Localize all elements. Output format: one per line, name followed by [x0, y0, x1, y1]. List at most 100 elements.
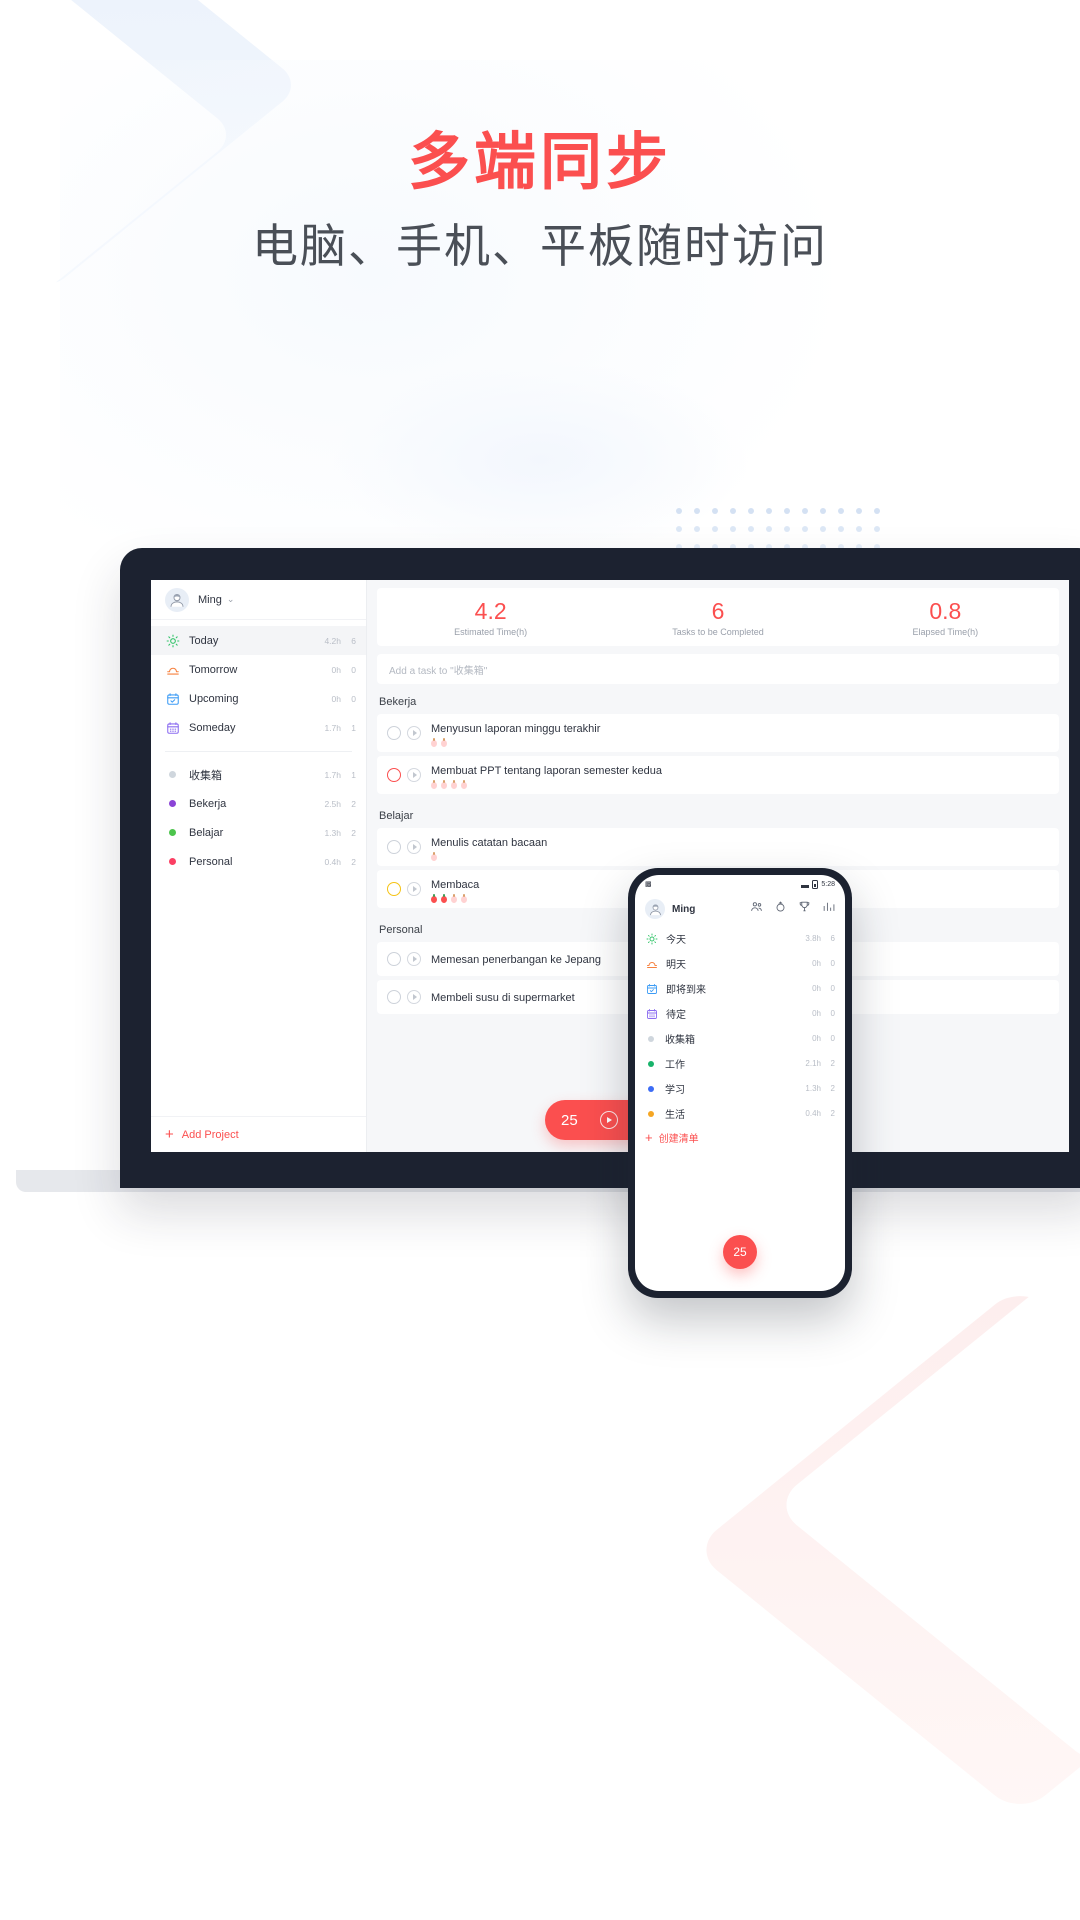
task-row[interactable]: Menulis catatan bacaan — [377, 828, 1059, 866]
phone-project-item[interactable]: 收集箱 0h 0 — [635, 1026, 845, 1051]
fab-minutes: 25 — [733, 1245, 747, 1259]
sidebar-project-count: 1 — [351, 769, 356, 780]
decorative-dot — [802, 508, 808, 514]
decorative-dot — [802, 526, 808, 532]
phone-nav: 今天 3.8h 6 明天 0h 0 即将到来 0h 0 待定 0h 0 收集箱 0h 0 工作 2.1h 2 学习 1… — [635, 923, 845, 1126]
pomodoro-dot — [431, 852, 437, 861]
pomodoro-dot — [441, 738, 447, 747]
sidebar-project-label: Bekerja — [189, 797, 227, 810]
user-avatar-icon — [165, 587, 189, 612]
desktop-app: Ming ⌄ Today 4.2h 6 Tomorrow 0h 0 Upcoming 0h 0 S… — [151, 580, 1069, 1152]
phone-screen: ▩ 5:28 Ming 今天 3.8h 6 明天 0h 0 即将到来 0h 0 … — [635, 875, 845, 1291]
stat-value: 4.2 — [474, 597, 507, 624]
start-timer-icon[interactable] — [407, 726, 421, 740]
sidebar-item-today[interactable]: Today 4.2h 6 — [151, 626, 366, 655]
phone-mockup: ▩ 5:28 Ming 今天 3.8h 6 明天 0h 0 即将到来 0h 0 … — [628, 868, 852, 1298]
sidebar: Ming ⌄ Today 4.2h 6 Tomorrow 0h 0 Upcoming 0h 0 S… — [151, 580, 367, 1152]
phone-list-item[interactable]: 即将到来 0h 0 — [635, 976, 845, 1001]
pomodoro-dot — [461, 780, 467, 789]
battery-icon — [812, 879, 819, 889]
sidebar-project-label: Personal — [189, 855, 233, 868]
sidebar-item-label: Tomorrow — [189, 663, 238, 676]
laptop-lid: Ming ⌄ Today 4.2h 6 Tomorrow 0h 0 Upcoming 0h 0 S… — [120, 548, 1080, 1188]
phone-project-label: 学习 — [665, 1085, 685, 1096]
play-icon[interactable] — [599, 1111, 618, 1129]
pomodoro-dot — [431, 738, 437, 747]
task-complete-checkbox[interactable] — [387, 840, 401, 854]
phone-project-item[interactable]: 学习 1.3h 2 — [635, 1076, 845, 1101]
achievement-icon[interactable] — [798, 900, 811, 918]
sidebar-item-upcoming[interactable]: Upcoming 0h 0 — [151, 684, 366, 713]
phone-list-item[interactable]: 今天 3.8h 6 — [635, 926, 845, 951]
start-timer-icon[interactable] — [407, 840, 421, 854]
task-complete-checkbox[interactable] — [387, 990, 401, 1004]
phone-list-count: 0 — [830, 959, 835, 968]
pomodoro-dot — [441, 894, 447, 903]
task-complete-checkbox[interactable] — [387, 882, 401, 896]
account-switcher[interactable]: Ming ⌄ — [151, 580, 366, 620]
phone-project-item[interactable]: 生活 0.4h 2 — [635, 1101, 845, 1126]
start-timer-icon[interactable] — [407, 768, 421, 782]
phone-list-label: 明天 — [666, 960, 686, 971]
task-complete-checkbox[interactable] — [387, 726, 401, 740]
pomodoro-indicators — [431, 894, 479, 903]
decorative-dot — [730, 526, 736, 532]
user-avatar-icon[interactable] — [645, 899, 665, 919]
phone-project-count: 2 — [830, 1084, 835, 1093]
add-task-input[interactable]: Add a task to "收集箱" — [377, 654, 1059, 684]
chevron-down-icon: ⌄ — [226, 594, 235, 604]
sidebar-project-item[interactable]: 收集箱 1.7h 1 — [151, 760, 366, 789]
calendar-check-icon — [165, 691, 180, 706]
start-timer-icon[interactable] — [407, 990, 421, 1004]
task-row[interactable]: Membuat PPT tentang laporan semester ked… — [377, 756, 1059, 794]
sidebar-item-someday[interactable]: Someday 1.7h 1 — [151, 713, 366, 742]
pomodoro-dot — [431, 780, 437, 789]
sidebar-item-hours: 0h — [331, 693, 341, 704]
calendar-check-icon — [645, 982, 658, 995]
friends-icon[interactable] — [750, 900, 763, 918]
sidebar-project-hours: 1.7h — [324, 769, 341, 780]
sidebar-project-item[interactable]: Personal 0.4h 2 — [151, 847, 366, 876]
phone-project-item[interactable]: 工作 2.1h 2 — [635, 1051, 845, 1076]
calendar-icon — [165, 720, 180, 735]
task-row[interactable]: Menyusun laporan minggu terakhir — [377, 714, 1059, 752]
decorative-dot — [766, 508, 772, 514]
decorative-dot — [784, 526, 790, 532]
stat-card: 4.2 Estimated Time(h) — [377, 598, 604, 637]
task-body: Membeli susu di supermarket — [431, 988, 575, 1006]
start-timer-icon[interactable] — [407, 952, 421, 966]
pomodoro-indicators — [431, 780, 662, 789]
sidebar-project-hours: 2.5h — [324, 798, 341, 809]
pomodoro-icon[interactable] — [774, 900, 787, 918]
project-color-dot — [169, 858, 176, 865]
signal-icon — [801, 880, 810, 888]
task-complete-checkbox[interactable] — [387, 952, 401, 966]
phone-list-hours: 3.8h — [805, 934, 821, 943]
add-project-button[interactable]: + Add Project — [151, 1116, 366, 1152]
decorative-dot — [784, 508, 790, 514]
decorative-dot — [748, 508, 754, 514]
statistics-icon[interactable] — [822, 900, 835, 918]
task-group-title: Belajar — [379, 810, 414, 822]
stat-label: Elapsed Time(h) — [912, 626, 979, 637]
stat-label: Estimated Time(h) — [454, 626, 528, 637]
task-complete-checkbox[interactable] — [387, 768, 401, 782]
phone-project-hours: 1.3h — [805, 1084, 821, 1093]
sidebar-project-item[interactable]: Bekerja 2.5h 2 — [151, 789, 366, 818]
decorative-dot — [856, 508, 862, 514]
phone-project-count: 2 — [830, 1109, 835, 1118]
phone-list-hours: 0h — [812, 959, 821, 968]
qr-code-icon: ▩ — [645, 881, 652, 888]
phone-list-hours: 0h — [812, 1009, 821, 1018]
pomodoro-dot — [451, 894, 457, 903]
phone-list-item[interactable]: 明天 0h 0 — [635, 951, 845, 976]
start-timer-icon[interactable] — [407, 882, 421, 896]
promo-page: 多端同步 电脑、手机、平板随时访问 Ming ⌄ Today 4.2h 6 To… — [0, 0, 1080, 1920]
create-list-button[interactable]: + 创建清单 — [635, 1126, 845, 1145]
sidebar-project-item[interactable]: Belajar 1.3h 2 — [151, 818, 366, 847]
decorative-dot — [712, 508, 718, 514]
phone-list-item[interactable]: 待定 0h 0 — [635, 1001, 845, 1026]
pomodoro-fab[interactable]: 25 — [723, 1235, 757, 1269]
sidebar-item-tomorrow[interactable]: Tomorrow 0h 0 — [151, 655, 366, 684]
phone-list-count: 0 — [830, 984, 835, 993]
